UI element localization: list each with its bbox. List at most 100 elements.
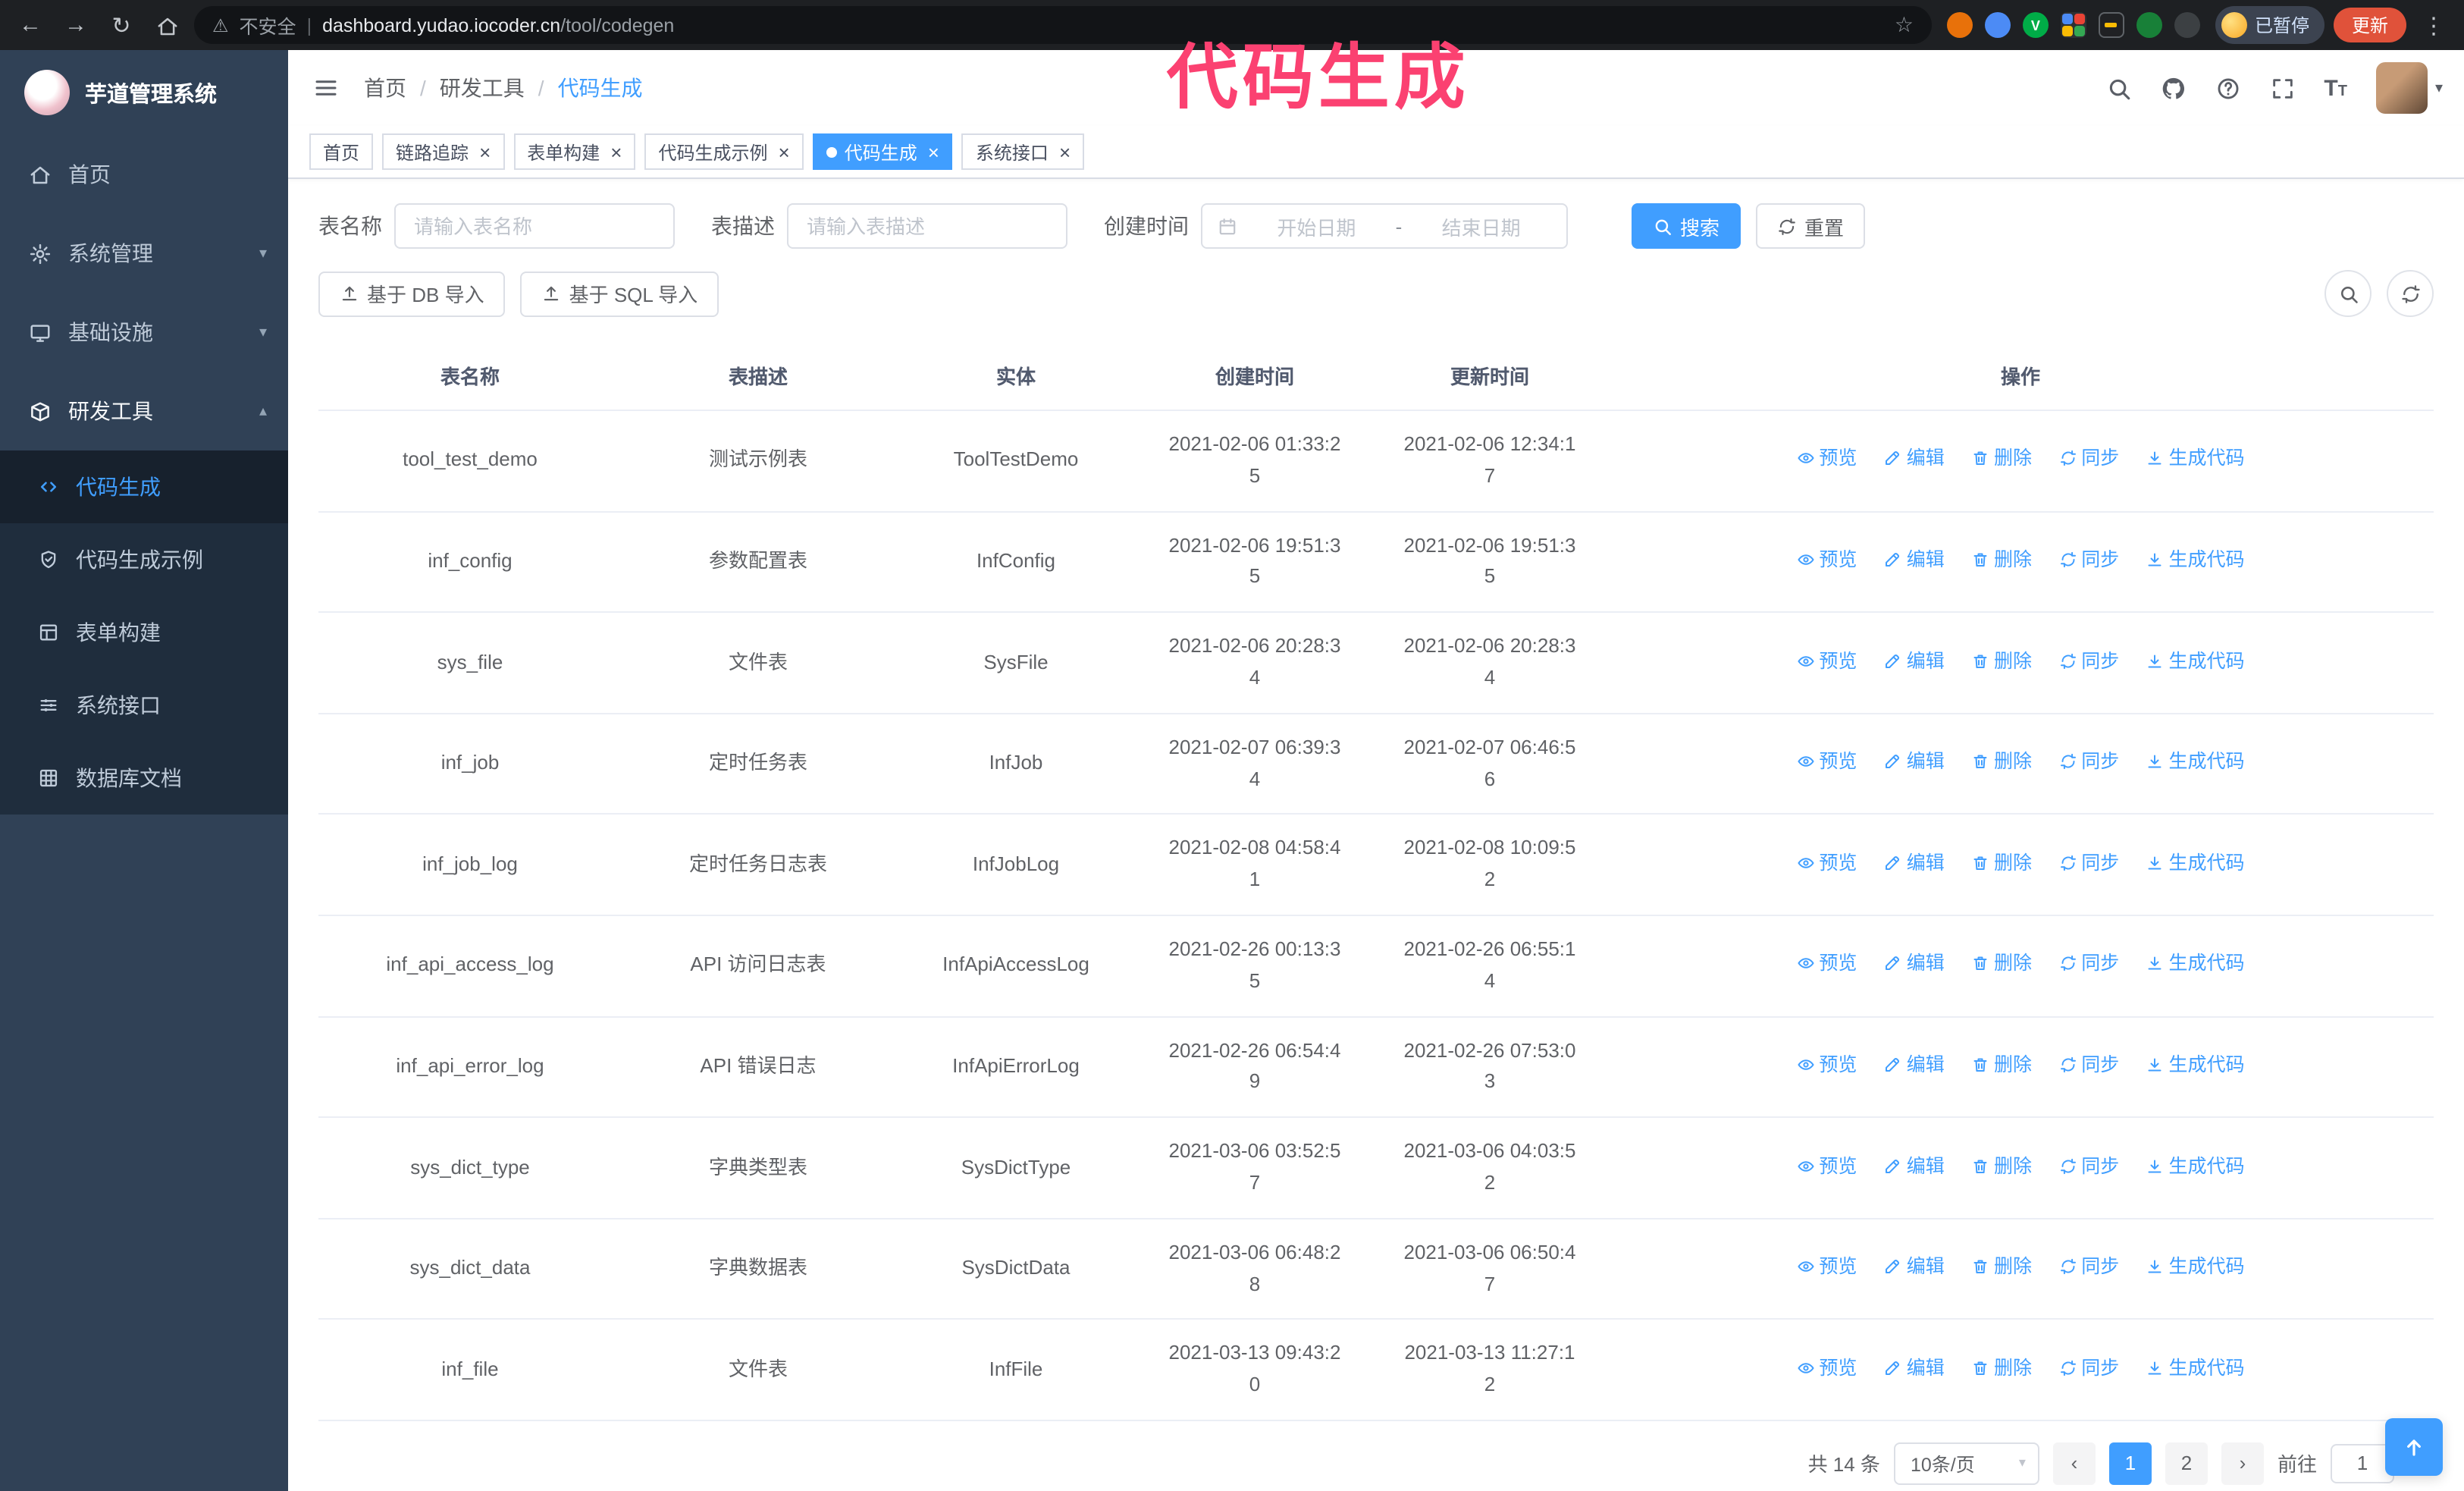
avatar[interactable] xyxy=(2375,62,2428,114)
sync-link[interactable]: 同步 xyxy=(2058,1352,2119,1383)
browser-back-button[interactable]: ← xyxy=(12,12,49,38)
edit-link[interactable]: 编辑 xyxy=(1884,746,1945,777)
edit-link[interactable]: 编辑 xyxy=(1884,1251,1945,1282)
generate-code-link[interactable]: 生成代码 xyxy=(2146,1150,2245,1181)
sync-link[interactable]: 同步 xyxy=(2058,1251,2119,1282)
edit-link[interactable]: 编辑 xyxy=(1884,1050,1945,1080)
reset-button[interactable]: 重置 xyxy=(1756,203,1866,249)
extension-icon[interactable]: V xyxy=(2022,12,2049,38)
edit-link[interactable]: 编辑 xyxy=(1884,1352,1945,1383)
generate-code-link[interactable]: 生成代码 xyxy=(2146,645,2245,676)
github-icon[interactable] xyxy=(2160,75,2186,101)
delete-link[interactable]: 删除 xyxy=(1971,1150,2032,1181)
tab-close-icon[interactable]: × xyxy=(779,142,790,162)
bookmark-star-icon[interactable]: ☆ xyxy=(1895,12,1914,38)
extension-icon[interactable] xyxy=(2060,12,2086,38)
preview-link[interactable]: 预览 xyxy=(1796,1150,1857,1181)
delete-link[interactable]: 删除 xyxy=(1971,746,2032,777)
extension-icon[interactable] xyxy=(2174,12,2200,38)
next-page-button[interactable]: › xyxy=(2221,1442,2264,1485)
sidebar-item-form-builder[interactable]: 表单构建 xyxy=(0,596,288,669)
extension-icon[interactable] xyxy=(1946,12,1973,38)
browser-profile-chip[interactable]: 已暂停 xyxy=(2215,6,2324,44)
prev-page-button[interactable]: ‹ xyxy=(2052,1442,2096,1485)
sidebar-item-infrastructure[interactable]: 基础设施 ▾ xyxy=(0,293,288,372)
edit-link[interactable]: 编辑 xyxy=(1884,545,1945,575)
extension-icon[interactable] xyxy=(1984,12,2011,38)
sync-link[interactable]: 同步 xyxy=(2058,746,2119,777)
edit-link[interactable]: 编辑 xyxy=(1884,645,1945,676)
preview-link[interactable]: 预览 xyxy=(1796,949,1857,979)
generate-code-link[interactable]: 生成代码 xyxy=(2146,1352,2245,1383)
breadcrumb-dev-tools[interactable]: 研发工具 xyxy=(440,73,525,103)
sync-link[interactable]: 同步 xyxy=(2058,1150,2119,1181)
sync-link[interactable]: 同步 xyxy=(2058,1050,2119,1080)
sync-link[interactable]: 同步 xyxy=(2058,645,2119,676)
tab-trace[interactable]: 链路追踪 × xyxy=(382,133,505,170)
refresh-button[interactable] xyxy=(2387,270,2434,317)
delete-link[interactable]: 删除 xyxy=(1971,1050,2032,1080)
user-menu[interactable]: ▾ xyxy=(2375,62,2443,114)
sidebar-item-system-api[interactable]: 系统接口 xyxy=(0,669,288,742)
tab-close-icon[interactable]: × xyxy=(610,142,622,162)
search-button[interactable]: 搜索 xyxy=(1632,203,1741,249)
delete-link[interactable]: 删除 xyxy=(1971,545,2032,575)
browser-update-button[interactable]: 更新 xyxy=(2333,8,2406,42)
toggle-search-button[interactable] xyxy=(2324,270,2372,317)
preview-link[interactable]: 预览 xyxy=(1796,848,1857,878)
delete-link[interactable]: 删除 xyxy=(1971,444,2032,474)
address-bar[interactable]: ⚠ 不安全 | dashboard.yudao.iocoder.cn/tool/… xyxy=(194,6,1932,44)
search-icon[interactable] xyxy=(2105,75,2131,101)
delete-link[interactable]: 删除 xyxy=(1971,848,2032,878)
sidebar-item-db-docs[interactable]: 数据库文档 xyxy=(0,742,288,815)
preview-link[interactable]: 预览 xyxy=(1796,645,1857,676)
edit-link[interactable]: 编辑 xyxy=(1884,444,1945,474)
preview-link[interactable]: 预览 xyxy=(1796,545,1857,575)
browser-forward-button[interactable]: → xyxy=(58,12,94,38)
generate-code-link[interactable]: 生成代码 xyxy=(2146,949,2245,979)
breadcrumb-home[interactable]: 首页 xyxy=(364,73,406,103)
tab-close-icon[interactable]: × xyxy=(928,142,939,162)
tab-system-api[interactable]: 系统接口 × xyxy=(961,133,1085,170)
preview-link[interactable]: 预览 xyxy=(1796,1352,1857,1383)
sidebar-toggle-button[interactable] xyxy=(288,74,364,102)
tab-close-icon[interactable]: × xyxy=(1059,142,1071,162)
sidebar-item-home[interactable]: 首页 xyxy=(0,135,288,214)
delete-link[interactable]: 删除 xyxy=(1971,1251,2032,1282)
sidebar-item-dev-tools[interactable]: 研发工具 ▴ xyxy=(0,372,288,450)
edit-link[interactable]: 编辑 xyxy=(1884,848,1945,878)
table-desc-input[interactable] xyxy=(787,203,1067,249)
fullscreen-icon[interactable] xyxy=(2269,75,2295,101)
back-to-top-button[interactable] xyxy=(2385,1418,2443,1476)
delete-link[interactable]: 删除 xyxy=(1971,1352,2032,1383)
tab-close-icon[interactable]: × xyxy=(479,142,491,162)
preview-link[interactable]: 预览 xyxy=(1796,1050,1857,1080)
tab-home[interactable]: 首页 xyxy=(309,133,374,170)
generate-code-link[interactable]: 生成代码 xyxy=(2146,444,2245,474)
tab-form-builder[interactable]: 表单构建 × xyxy=(513,133,636,170)
sidebar-item-system-management[interactable]: 系统管理 ▾ xyxy=(0,214,288,293)
browser-menu-kebab-icon[interactable]: ⋮ xyxy=(2415,11,2452,39)
sync-link[interactable]: 同步 xyxy=(2058,545,2119,575)
generate-code-link[interactable]: 生成代码 xyxy=(2146,746,2245,777)
generate-code-link[interactable]: 生成代码 xyxy=(2146,848,2245,878)
page-button-2[interactable]: 2 xyxy=(2165,1442,2208,1485)
edit-link[interactable]: 编辑 xyxy=(1884,1150,1945,1181)
sidebar-item-codegen[interactable]: 代码生成 xyxy=(0,450,288,523)
preview-link[interactable]: 预览 xyxy=(1796,444,1857,474)
extension-icon[interactable] xyxy=(2136,12,2162,38)
sync-link[interactable]: 同步 xyxy=(2058,949,2119,979)
extension-icon[interactable] xyxy=(2098,12,2124,38)
delete-link[interactable]: 删除 xyxy=(1971,949,2032,979)
tab-codegen[interactable]: 代码生成 × xyxy=(812,133,953,170)
sync-link[interactable]: 同步 xyxy=(2058,848,2119,878)
sidebar-item-codegen-example[interactable]: 代码生成示例 xyxy=(0,523,288,596)
browser-home-button[interactable] xyxy=(149,12,185,38)
help-icon[interactable] xyxy=(2215,75,2240,101)
page-size-select[interactable]: 10条/页 ▾ xyxy=(1893,1442,2039,1485)
page-button-1[interactable]: 1 xyxy=(2108,1442,2152,1485)
table-name-input[interactable] xyxy=(394,203,675,249)
font-size-icon[interactable]: TT xyxy=(2324,75,2347,101)
browser-reload-button[interactable]: ↻ xyxy=(103,11,140,39)
edit-link[interactable]: 编辑 xyxy=(1884,949,1945,979)
